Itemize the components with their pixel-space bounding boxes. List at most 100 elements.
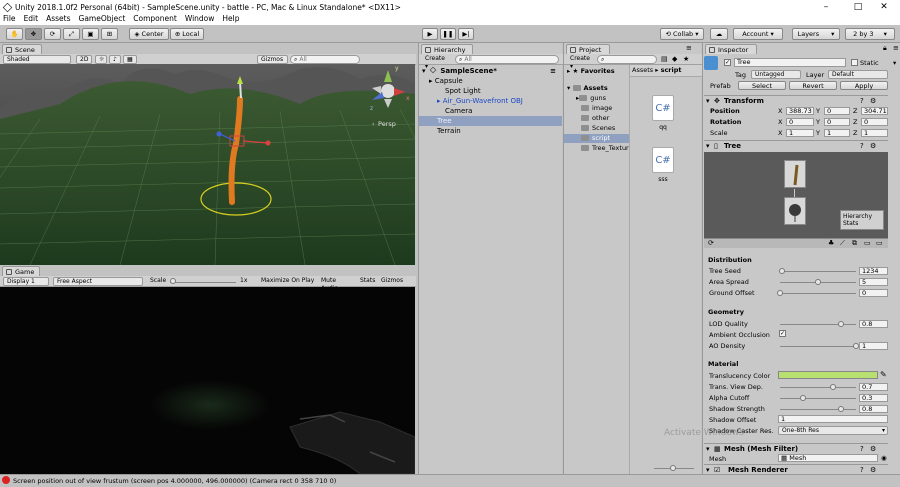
ground-offset-slider-knob[interactable] [777, 290, 783, 296]
rotation-x-field[interactable]: 0 [786, 118, 814, 126]
pause-button[interactable]: ❚❚ [440, 28, 456, 40]
hierarchy-item-tree[interactable]: Tree [419, 116, 562, 126]
mesh-field[interactable]: ▦ Mesh [778, 454, 878, 462]
tab-project[interactable]: Project [566, 44, 610, 54]
scene-gizmos-dropdown[interactable]: Gizmos ▾ [257, 55, 288, 71]
mute-audio-toggle[interactable]: Mute Audio [318, 277, 356, 292]
play-button[interactable]: ▶ [422, 28, 438, 40]
folder-script[interactable]: script [564, 134, 629, 143]
tree-seed-slider-track[interactable] [780, 271, 856, 272]
scale-z-field[interactable]: 1 [861, 129, 888, 137]
tab-game[interactable]: Game [2, 266, 40, 276]
add-leaf-icon[interactable]: ♣ [828, 239, 834, 247]
scale-slider-track[interactable] [170, 282, 236, 283]
scene-root-row[interactable]: ▾ SampleScene* ≡ [422, 66, 560, 76]
trans-view-dep-slider-track[interactable] [780, 387, 856, 388]
favorites-node[interactable]: ▸ ★ Favorites [567, 67, 615, 76]
tag-dropdown[interactable]: Untagged [751, 70, 801, 79]
effects-toggle[interactable]: ▦ [123, 55, 137, 64]
menu-window[interactable]: Window [185, 14, 215, 25]
hierarchy-item-terrain[interactable]: Terrain [437, 126, 547, 136]
mesh-renderer-header[interactable]: ▾ ☑ Mesh Renderer ? ⚙ [704, 464, 888, 474]
minimize-button[interactable]: – [810, 0, 842, 14]
tree-root-node[interactable] [784, 160, 806, 188]
static-checkbox[interactable] [851, 59, 858, 66]
tree-hierarchy-view[interactable]: Hierarchy Stats [704, 152, 888, 238]
transform-header[interactable]: ▾ ✥ Transform ? ⚙ [704, 95, 888, 106]
hierarchy-item-spot-light[interactable]: Spot Light [445, 86, 555, 96]
folder-image[interactable]: image [581, 104, 612, 113]
alpha-cutoff-slider-knob[interactable] [799, 395, 806, 401]
menu-help[interactable]: Help [222, 14, 239, 25]
audio-toggle[interactable]: ♪ [109, 55, 121, 64]
maximize-on-play-toggle[interactable]: Maximize On Play [258, 277, 318, 286]
menu-assets[interactable]: Assets [46, 14, 70, 25]
tab-hierarchy[interactable]: Hierarchy [421, 44, 473, 54]
menu-file[interactable]: File [3, 14, 16, 25]
rotation-y-field[interactable]: 0 [824, 118, 850, 126]
game-viewport[interactable] [0, 287, 415, 474]
add-branch-icon[interactable]: ⟋ [840, 239, 845, 248]
empty-slot-icon[interactable]: ▭ [876, 239, 883, 247]
lod-quality-slider-knob[interactable] [837, 321, 844, 327]
lod-quality-slider-track[interactable] [780, 324, 856, 325]
prefab-revert-button[interactable]: Revert [789, 81, 837, 90]
object-name-field[interactable]: Tree [734, 58, 846, 67]
mesh-filter-header[interactable]: ▾ ▦ Mesh (Mesh Filter) ? ⚙ [704, 443, 888, 454]
icon-size-slider-knob[interactable] [670, 465, 676, 471]
settings-icon[interactable]: ⚙ [870, 444, 876, 454]
asset-sss[interactable]: C# sss [650, 147, 676, 187]
shadow-strength-slider-track[interactable] [780, 409, 856, 410]
delete-icon[interactable]: ▭ [864, 239, 871, 247]
shadow-caster-res-dropdown[interactable]: One-8th Res ▾ [778, 426, 888, 435]
prefab-select-button[interactable]: Select [738, 81, 786, 90]
display-dropdown[interactable]: Display 1 [3, 277, 49, 286]
rotation-z-field[interactable]: 0 [861, 118, 888, 126]
chevron-down-icon[interactable]: ▾ [893, 59, 896, 67]
collab-button[interactable]: ⟲ Collab ▾ [660, 28, 704, 40]
ground-offset-slider-track[interactable] [780, 293, 856, 294]
persp-label[interactable]: Persp [378, 120, 396, 128]
position-y-field[interactable]: 0 [824, 107, 850, 115]
menu-gameobject[interactable]: GameObject [79, 14, 126, 25]
rect-tool-button[interactable]: ▣ [82, 28, 99, 40]
tab-inspector[interactable]: Inspector [705, 44, 757, 54]
rotate-tool-button[interactable]: ⟳ [44, 28, 61, 40]
breadcrumb-assets[interactable]: Assets [632, 66, 653, 74]
folder-scenes[interactable]: Scenes [581, 124, 615, 133]
tree-seed-field[interactable]: 1234 [859, 267, 888, 275]
breadcrumb-script[interactable]: script [661, 66, 682, 74]
hierarchy-search-input[interactable]: ⌕ All [455, 55, 559, 64]
move-tool-button[interactable]: ✥ [25, 28, 42, 40]
step-button[interactable]: ▶| [458, 28, 474, 40]
panel-menu-icon[interactable]: ≡ [893, 44, 899, 52]
scene-search-input[interactable]: ⌕ All [290, 55, 360, 64]
filter-type-icon[interactable]: ▤ [661, 55, 668, 63]
object-picker-icon[interactable]: ◉ [881, 454, 887, 462]
tab-scene[interactable]: Scene [2, 44, 42, 54]
account-dropdown[interactable]: Account ▾ [733, 28, 783, 40]
hierarchy-item-camera[interactable]: Camera [445, 106, 555, 116]
ao-density-field[interactable]: 1 [859, 342, 888, 350]
trans-view-dep-field[interactable]: 0.7 [859, 383, 888, 391]
assets-node[interactable]: ▾ Assets [567, 84, 608, 93]
area-spread-slider-knob[interactable] [815, 279, 821, 285]
panel-menu-icon[interactable]: ≡ [686, 44, 692, 52]
shadow-strength-field[interactable]: 0.8 [859, 405, 888, 413]
2d-toggle[interactable]: 2D [76, 55, 92, 64]
translucency-color-swatch[interactable] [778, 371, 878, 379]
refresh-icon[interactable]: ⟳ [708, 239, 714, 247]
settings-icon[interactable]: ⚙ [870, 141, 876, 151]
scene-viewport[interactable]: y x z Persp ‹ [0, 64, 415, 265]
folder-guns[interactable]: ▸ guns [576, 94, 606, 103]
shadow-offset-field[interactable]: 1 [778, 415, 888, 423]
help-icon[interactable]: ? [860, 444, 864, 454]
asset-qq[interactable]: C# qq [650, 95, 676, 135]
prefab-apply-button[interactable]: Apply [840, 81, 888, 90]
scale-y-field[interactable]: 1 [824, 129, 850, 137]
position-z-field[interactable]: 304.71 [861, 107, 888, 115]
scale-slider-knob[interactable] [170, 278, 176, 284]
help-icon[interactable]: ? [860, 141, 864, 151]
layers-dropdown[interactable]: Layers ▾ [792, 28, 840, 40]
menu-component[interactable]: Component [133, 14, 177, 25]
